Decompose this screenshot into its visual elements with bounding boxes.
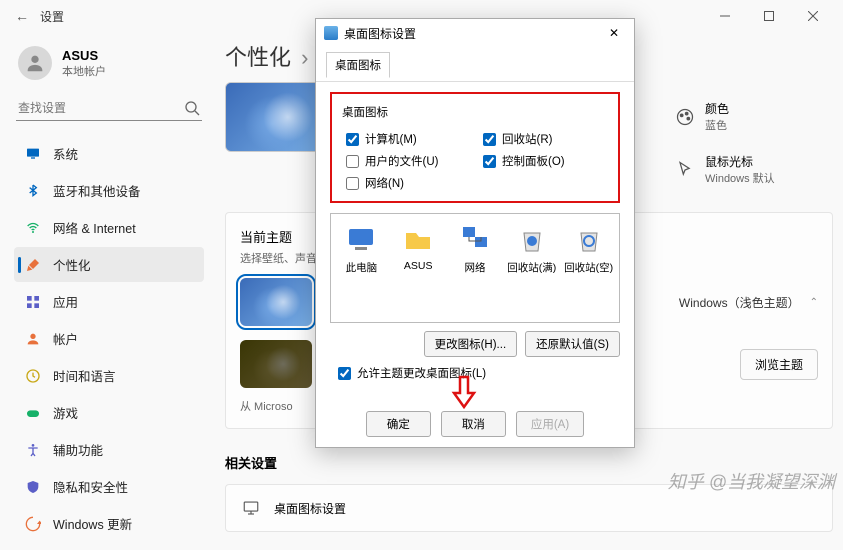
icon-item-folder[interactable]: ASUS — [392, 222, 445, 272]
minimize-button[interactable] — [703, 2, 747, 30]
chevron-right-icon: › — [301, 45, 308, 70]
person-icon — [25, 331, 41, 347]
nav-label: 网络 & Internet — [53, 218, 136, 237]
breadcrumb-root[interactable]: 个性化 — [225, 45, 291, 70]
annotation-highlight: 桌面图标 计算机(M) 用户的文件(U) 网络(N) 回收站(R) 控制面板(O… — [330, 92, 620, 203]
apps-icon — [25, 294, 41, 310]
nav-label: 游戏 — [53, 403, 78, 422]
cursor-icon — [675, 160, 695, 180]
apply-button[interactable]: 应用(A) — [516, 411, 584, 437]
icon-item-net[interactable]: 网络 — [449, 222, 502, 275]
window-title: 设置 — [40, 8, 64, 25]
sidebar-item-6[interactable]: 时间和语言 — [14, 358, 204, 393]
nav-list: 系统蓝牙和其他设备网络 & Internet 个性化应用帐户时间和语言游戏辅助功能… — [8, 135, 210, 542]
nav-label: 系统 — [53, 144, 78, 163]
clock-icon — [25, 368, 41, 384]
search-icon — [184, 100, 200, 116]
monitor-icon — [242, 499, 260, 517]
icon-preview-box: 此电脑ASUS网络回收站(满)回收站(空) — [330, 213, 620, 323]
bluetooth-icon — [25, 183, 41, 199]
dialog-title: 桌面图标设置 — [344, 25, 416, 42]
sidebar-item-5[interactable]: 帐户 — [14, 321, 204, 356]
ok-button[interactable]: 确定 — [366, 411, 431, 437]
access-icon — [25, 442, 41, 458]
shield-icon — [25, 479, 41, 495]
checkbox-userfiles[interactable]: 用户的文件(U) — [346, 153, 475, 169]
sidebar-item-1[interactable]: 蓝牙和其他设备 — [14, 173, 204, 208]
right-options: 颜色蓝色 鼠标光标Windows 默认 — [667, 90, 827, 196]
sidebar: ASUS 本地帐户 系统蓝牙和其他设备网络 & Internet 个性化应用帐户时… — [0, 32, 210, 550]
icon-item-bine[interactable]: 回收站(空) — [562, 222, 615, 275]
sidebar-item-9[interactable]: 隐私和安全性 — [14, 469, 204, 504]
nav-label: 蓝牙和其他设备 — [53, 181, 141, 200]
sidebar-item-2[interactable]: 网络 & Internet — [14, 210, 204, 245]
dialog-icon — [324, 26, 338, 40]
theme-thumbs — [240, 278, 312, 326]
option-color[interactable]: 颜色蓝色 — [667, 90, 827, 143]
wifi-icon — [25, 220, 41, 236]
theme-thumb[interactable] — [240, 340, 312, 388]
bine-icon — [572, 222, 606, 256]
close-button[interactable] — [791, 2, 835, 30]
folder-icon — [401, 222, 435, 256]
sidebar-item-3[interactable]: 个性化 — [14, 247, 204, 282]
related-row-label: 桌面图标设置 — [274, 500, 346, 517]
checkbox-network[interactable]: 网络(N) — [346, 175, 475, 191]
user-sub: 本地帐户 — [62, 63, 106, 79]
annotation-arrow — [450, 375, 478, 412]
related-heading: 相关设置 — [225, 453, 833, 472]
checkbox-computer[interactable]: 计算机(M) — [346, 131, 475, 147]
search-input[interactable] — [16, 96, 202, 121]
nav-label: 应用 — [53, 292, 78, 311]
nav-label: 帐户 — [53, 329, 78, 348]
restore-default-button[interactable]: 还原默认值(S) — [525, 331, 620, 357]
icon-item-binf[interactable]: 回收站(满) — [505, 222, 558, 275]
sidebar-item-10[interactable]: Windows 更新 — [14, 506, 204, 541]
sidebar-item-4[interactable]: 应用 — [14, 284, 204, 319]
pc-icon — [344, 222, 378, 256]
nav-label: 隐私和安全性 — [53, 477, 128, 496]
game-icon — [25, 405, 41, 421]
palette-icon — [675, 107, 695, 127]
chevron-down-icon: ⌃ — [810, 297, 818, 308]
update-icon — [25, 516, 41, 532]
user-block[interactable]: ASUS 本地帐户 — [8, 40, 210, 86]
theme-mode-label[interactable]: Windows（浅色主题） — [679, 294, 800, 311]
sidebar-item-7[interactable]: 游戏 — [14, 395, 204, 430]
monitor-icon — [25, 146, 41, 162]
dialog-titlebar: 桌面图标设置 ✕ — [316, 19, 634, 47]
brush-icon — [25, 257, 41, 273]
avatar-icon — [18, 46, 52, 80]
theme-thumb[interactable] — [240, 278, 312, 326]
tab-desktop-icons[interactable]: 桌面图标 — [326, 52, 390, 78]
net-icon — [458, 222, 492, 256]
back-button[interactable]: ← — [8, 8, 36, 24]
icon-item-pc[interactable]: 此电脑 — [335, 222, 388, 275]
change-icon-button[interactable]: 更改图标(H)... — [424, 331, 518, 357]
nav-label: Windows 更新 — [53, 514, 132, 533]
group-label: 桌面图标 — [342, 104, 612, 120]
user-name: ASUS — [62, 48, 106, 63]
dialog-close-button[interactable]: ✕ — [602, 26, 626, 40]
related-row-desktop-icons[interactable]: 桌面图标设置 — [225, 484, 833, 532]
nav-label: 辅助功能 — [53, 440, 103, 459]
dialog-tabs: 桌面图标 — [316, 47, 634, 82]
cancel-button[interactable]: 取消 — [441, 411, 506, 437]
checkbox-control[interactable]: 控制面板(O) — [483, 153, 612, 169]
nav-label: 个性化 — [53, 255, 91, 274]
nav-label: 时间和语言 — [53, 366, 116, 385]
checkbox-allow-theme[interactable]: 允许主题更改桌面图标(L) — [338, 365, 620, 381]
option-cursor[interactable]: 鼠标光标Windows 默认 — [667, 143, 827, 196]
sidebar-item-8[interactable]: 辅助功能 — [14, 432, 204, 467]
browse-themes-button[interactable]: 浏览主题 — [740, 349, 818, 380]
sidebar-item-0[interactable]: 系统 — [14, 136, 204, 171]
related-settings: 相关设置 桌面图标设置 — [225, 453, 833, 532]
search-field[interactable] — [18, 101, 184, 115]
binf-icon — [515, 222, 549, 256]
checkbox-recycle[interactable]: 回收站(R) — [483, 131, 612, 147]
maximize-button[interactable] — [747, 2, 791, 30]
